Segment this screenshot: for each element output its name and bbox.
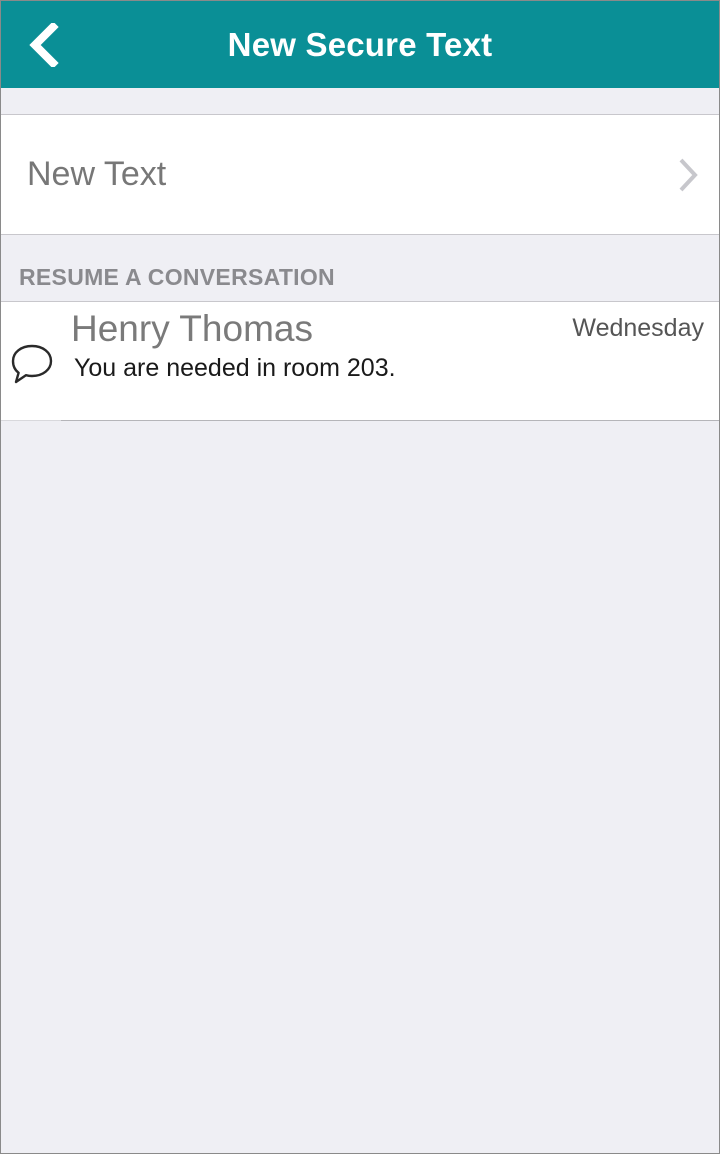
new-text-row[interactable]: New Text xyxy=(1,114,719,235)
new-text-label: New Text xyxy=(27,155,167,193)
chevron-right-icon xyxy=(679,158,698,192)
contact-name: Henry Thomas xyxy=(71,308,313,349)
row-divider xyxy=(1,420,61,421)
page-title: New Secure Text xyxy=(227,25,493,63)
conversation-date: Wednesday xyxy=(572,314,704,342)
row-divider xyxy=(61,420,719,421)
last-message: You are needed in room 203. xyxy=(74,354,396,382)
chevron-left-icon xyxy=(29,23,59,67)
chat-bubble-icon xyxy=(11,344,53,384)
conversation-row[interactable]: Henry Thomas Wednesday You are needed in… xyxy=(1,301,719,421)
app-screen: New Secure Text New Text RESUME A CONVER… xyxy=(0,0,720,1154)
nav-bar: New Secure Text xyxy=(1,1,719,88)
section-header: RESUME A CONVERSATION xyxy=(19,264,335,290)
back-button[interactable] xyxy=(19,19,67,71)
